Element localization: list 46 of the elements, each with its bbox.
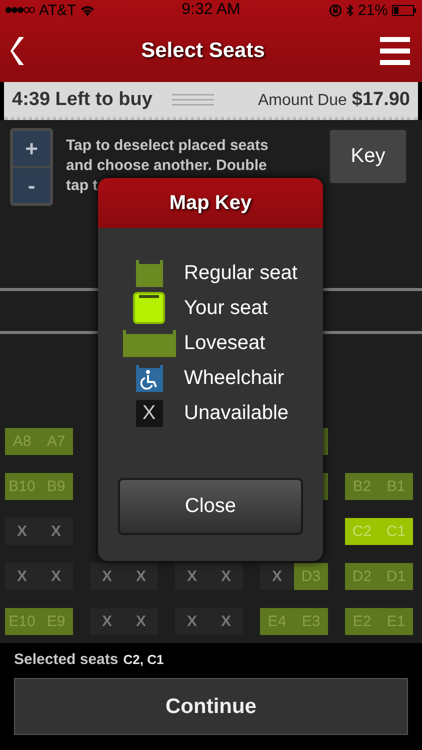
zoom-out-button[interactable]: - <box>13 168 50 203</box>
menu-icon[interactable] <box>380 37 410 65</box>
unavailable-seat[interactable]: X <box>5 563 39 590</box>
back-icon[interactable] <box>10 36 26 66</box>
continue-button[interactable]: Continue <box>14 678 408 735</box>
legend-label: Unavailable <box>184 402 289 424</box>
regular-seat-icon <box>136 260 162 286</box>
grip-icon <box>172 94 214 106</box>
time-left-text: 4:39 Left to buy <box>12 88 152 110</box>
key-button[interactable]: Key <box>328 128 408 185</box>
unavailable-seat[interactable]: X <box>209 563 243 590</box>
wifi-icon <box>80 4 96 16</box>
loveseat-icon <box>122 330 176 356</box>
status-time: 9:32 AM <box>182 1 240 19</box>
legend-label: Loveseat <box>184 332 266 354</box>
battery-percent: 21% <box>358 2 388 18</box>
selected-seats-label: Selected seats <box>14 651 118 668</box>
unavailable-seat[interactable]: X <box>175 608 209 635</box>
selected-seats-value: C2, C1 <box>123 652 164 667</box>
unavailable-seat[interactable]: X <box>124 608 158 635</box>
battery-icon <box>392 4 417 16</box>
unavailable-seat-marker: X <box>136 400 162 426</box>
signal-icon <box>5 6 35 14</box>
zoom-in-button[interactable]: + <box>13 131 50 166</box>
carrier-name: AT&T <box>39 2 76 18</box>
wheelchair-icon <box>136 364 162 392</box>
unavailable-seat[interactable]: X <box>124 563 158 590</box>
legend-label: Your seat <box>184 296 268 320</box>
unavailable-seat[interactable]: X <box>175 563 209 590</box>
unavailable-seat[interactable]: X <box>39 518 73 545</box>
unavailable-seat[interactable]: X <box>90 563 124 590</box>
unavailable-seat[interactable]: X <box>260 563 294 590</box>
rotation-lock-icon <box>328 4 342 16</box>
close-button[interactable]: Close <box>118 478 303 535</box>
amount-due-label: Amount Due <box>258 92 347 110</box>
bluetooth-icon <box>346 4 354 16</box>
unavailable-seat[interactable]: X <box>39 563 73 590</box>
amount-due-value: $17.90 <box>352 88 410 110</box>
dialog-title: Map Key <box>98 178 323 228</box>
legend-label: Regular seat <box>184 262 298 284</box>
unavailable-seat[interactable]: X <box>90 608 124 635</box>
unavailable-seat[interactable]: X <box>209 608 243 635</box>
screen-title: Select Seats <box>141 39 265 63</box>
unavailable-seat[interactable]: X <box>5 518 39 545</box>
legend-label: Wheelchair <box>184 366 284 390</box>
your-seat-icon <box>133 292 165 324</box>
